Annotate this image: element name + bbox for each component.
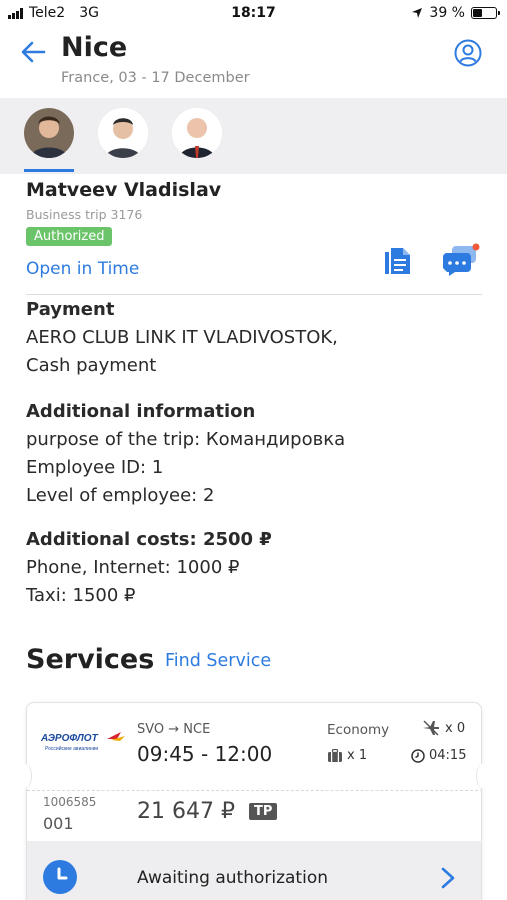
back-arrow-icon[interactable]: [18, 38, 50, 66]
traveller-name: Matveev Vladislav: [26, 179, 222, 201]
cabin-class: Economy: [327, 722, 390, 738]
status-badge: Authorized: [26, 227, 113, 246]
open-in-time-link[interactable]: Open in Time: [26, 259, 139, 279]
payment-heading: Payment: [26, 299, 115, 320]
chat-icon[interactable]: [443, 243, 481, 277]
additional-info-line-2: Employee ID: 1: [26, 457, 164, 478]
divider: [26, 294, 482, 295]
user-profile-icon[interactable]: [453, 38, 483, 68]
additional-info-section: Additional information purpose of the tr…: [26, 398, 486, 510]
svg-text:Российские авиалинии: Российские авиалинии: [45, 745, 98, 752]
transfers-count: x 0: [445, 720, 466, 736]
duration-info: 04:15: [411, 748, 466, 763]
battery-label: 39 %: [429, 5, 465, 21]
airline-logo: АЭРОФЛОТ Российские авиалинии: [40, 729, 127, 753]
clock-icon: [411, 748, 425, 763]
svg-text:АЭРОФЛОТ: АЭРОФЛОТ: [41, 733, 99, 744]
luggage-icon: [328, 748, 342, 762]
ticket-notch-left: [20, 764, 32, 788]
traveller-avatar-1[interactable]: [24, 108, 74, 158]
additional-costs-line-1: Phone, Internet: 1000 ₽: [26, 557, 240, 578]
flight-service-card[interactable]: АЭРОФЛОТ Российские авиалинии SVO → NCE …: [26, 702, 482, 900]
page-title: Nice: [61, 32, 128, 63]
baggage-info: x 1: [327, 748, 367, 763]
chevron-right-icon[interactable]: [439, 866, 457, 890]
order-subnumber: 001: [43, 814, 74, 833]
battery-icon: [471, 7, 500, 19]
no-transfer-plane-icon: [423, 720, 439, 736]
authorization-status: Awaiting authorization: [137, 868, 328, 888]
card-separator: [27, 790, 481, 791]
additional-costs-heading: Additional costs: 2500 ₽: [26, 529, 272, 550]
baggage-count: x 1: [347, 748, 368, 763]
flight-times: 09:45 - 12:00: [137, 742, 273, 766]
traveller-avatar-2[interactable]: [98, 108, 148, 158]
additional-info-line-3: Level of employee: 2: [26, 485, 215, 506]
transfers-info: x 0: [421, 719, 465, 737]
header: Nice France, 03 - 17 December: [0, 28, 507, 98]
payment-line-1: AERO CLUB LINK IT VLADIVOSTOK,: [26, 327, 338, 348]
tp-tag: TP: [249, 803, 278, 820]
pending-clock-icon: [43, 860, 77, 894]
status-bar: Tele2 3G 18:17 39 %: [0, 0, 507, 28]
traveller-avatar-3[interactable]: [172, 108, 222, 158]
location-arrow-icon: [412, 8, 423, 18]
route-label: SVO → NCE: [137, 722, 211, 737]
trip-number: Business trip 3176: [26, 207, 143, 222]
documents-icon[interactable]: [382, 245, 414, 277]
travellers-strip: [0, 98, 507, 174]
payment-line-2: Cash payment: [26, 355, 157, 376]
status-right: 39 %: [411, 5, 500, 21]
person-avatar-icon: [98, 108, 148, 158]
price-label: 21 647 ₽: [137, 799, 235, 824]
person-avatar-icon: [172, 108, 222, 158]
additional-costs-line-2: Taxi: 1500 ₽: [26, 585, 136, 606]
flight-duration: 04:15: [429, 748, 467, 763]
additional-info-heading: Additional information: [26, 401, 256, 422]
selected-traveller-indicator: [24, 169, 74, 172]
find-service-link[interactable]: Find Service: [165, 651, 271, 671]
order-number: 1006585: [43, 795, 97, 809]
page-subtitle: France, 03 - 17 December: [61, 70, 250, 86]
services-title: Services: [26, 644, 155, 675]
payment-section: Payment AERO CLUB LINK IT VLADIVOSTOK, C…: [26, 296, 486, 380]
additional-costs-section: Additional costs: 2500 ₽ Phone, Internet…: [26, 526, 486, 610]
additional-info-line-1: purpose of the trip: Командировка: [26, 429, 346, 450]
authorization-status-row[interactable]: Awaiting authorization: [27, 841, 481, 900]
ticket-notch-right: [476, 764, 488, 788]
person-avatar-icon: [24, 108, 74, 158]
